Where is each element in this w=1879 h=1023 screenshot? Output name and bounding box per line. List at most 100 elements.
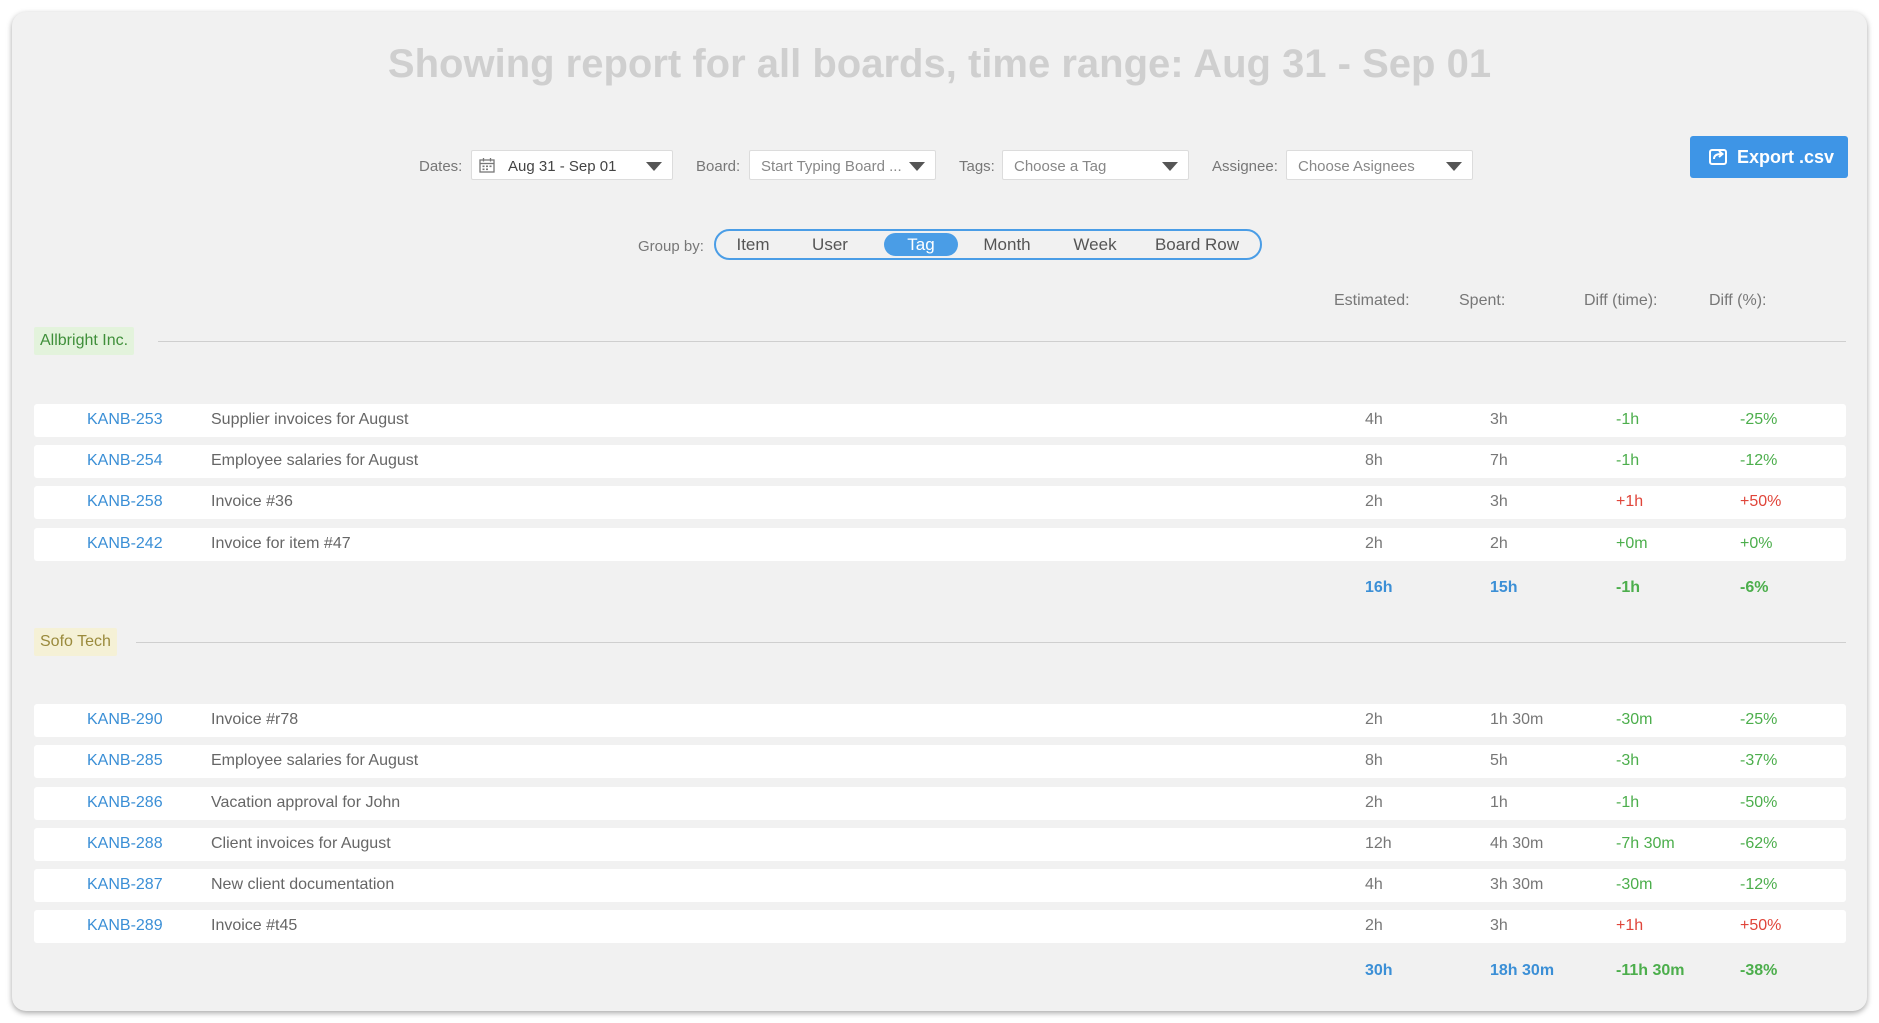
diff-pct-value: +50% bbox=[1740, 917, 1782, 934]
group-by-item[interactable]: Item bbox=[721, 233, 785, 256]
item-name: Invoice for item #47 bbox=[211, 535, 351, 552]
total-diff-pct: -38% bbox=[1740, 962, 1778, 979]
report-window: Showing report for all boards, time rang… bbox=[12, 12, 1867, 1011]
diff-time-value: +0m bbox=[1616, 535, 1648, 552]
diff-time-value: -30m bbox=[1616, 711, 1653, 728]
calendar-icon bbox=[479, 158, 495, 173]
col-diff-time: Diff (time): bbox=[1584, 292, 1658, 309]
item-link[interactable]: KANB-289 bbox=[87, 917, 163, 935]
filter-bar: Dates: Aug 31 - Sep 01 Board: Start Typi… bbox=[12, 150, 1867, 182]
spent-value: 1h bbox=[1490, 794, 1508, 811]
table-row: KANB-258 Invoice #36 2h 3h +1h +50% bbox=[34, 486, 1846, 519]
table-row: KANB-289 Invoice #t45 2h 3h +1h +50% bbox=[34, 910, 1846, 943]
estimated-value: 12h bbox=[1365, 835, 1392, 852]
tags-label: Tags: bbox=[959, 158, 995, 175]
spent-value: 3h bbox=[1490, 411, 1508, 428]
item-link[interactable]: KANB-290 bbox=[87, 711, 163, 729]
diff-pct-value: +0% bbox=[1740, 535, 1773, 552]
assignee-label: Assignee: bbox=[1212, 158, 1278, 175]
table-row: KANB-288 Client invoices for August 12h … bbox=[34, 828, 1846, 861]
export-csv-button[interactable]: Export .csv bbox=[1690, 136, 1848, 178]
spent-value: 1h 30m bbox=[1490, 711, 1544, 728]
group-tag-sofo-tech: Sofo Tech bbox=[34, 628, 117, 656]
item-link[interactable]: KANB-258 bbox=[87, 493, 163, 511]
col-spent: Spent: bbox=[1459, 292, 1506, 309]
group-tag-allbright: Allbright Inc. bbox=[34, 327, 135, 355]
assignee-select[interactable]: Choose Asignees bbox=[1286, 150, 1473, 180]
board-label: Board: bbox=[696, 158, 741, 175]
item-name: Invoice #36 bbox=[211, 493, 293, 510]
estimated-value: 2h bbox=[1365, 917, 1383, 934]
group-total-row: 30h 18h 30m -11h 30m -38% bbox=[34, 962, 1846, 984]
export-icon bbox=[1709, 149, 1727, 165]
item-name: Client invoices for August bbox=[211, 835, 391, 852]
diff-pct-value: -50% bbox=[1740, 794, 1778, 811]
item-link[interactable]: KANB-254 bbox=[87, 452, 163, 470]
group-by-tag[interactable]: Tag bbox=[884, 233, 958, 256]
assignee-placeholder: Choose Asignees bbox=[1298, 158, 1415, 175]
diff-pct-value: -62% bbox=[1740, 835, 1778, 852]
item-link[interactable]: KANB-286 bbox=[87, 794, 163, 812]
col-diff-pct: Diff (%): bbox=[1709, 292, 1767, 309]
estimated-value: 2h bbox=[1365, 794, 1383, 811]
page-title: Showing report for all boards, time rang… bbox=[387, 42, 1492, 86]
estimated-value: 8h bbox=[1365, 752, 1383, 769]
table-row: KANB-285 Employee salaries for August 8h… bbox=[34, 745, 1846, 778]
item-link[interactable]: KANB-242 bbox=[87, 535, 163, 553]
item-name: Invoice #r78 bbox=[211, 711, 299, 728]
dates-label: Dates: bbox=[419, 158, 463, 175]
item-name: Employee salaries for August bbox=[211, 752, 419, 769]
total-estimated: 30h bbox=[1365, 962, 1393, 979]
chevron-down-icon bbox=[646, 162, 662, 171]
item-link[interactable]: KANB-287 bbox=[87, 876, 163, 894]
diff-time-value: -7h 30m bbox=[1616, 835, 1675, 852]
total-diff-time: -11h 30m bbox=[1616, 962, 1685, 979]
item-name: Invoice #t45 bbox=[211, 917, 298, 934]
group-by-user[interactable]: User bbox=[802, 233, 858, 256]
diff-pct-value: -12% bbox=[1740, 876, 1778, 893]
dates-value: Aug 31 - Sep 01 bbox=[508, 158, 617, 175]
board-select[interactable]: Start Typing Board ... bbox=[749, 150, 936, 180]
chevron-down-icon bbox=[1162, 162, 1178, 171]
spent-value: 7h bbox=[1490, 452, 1508, 469]
total-spent: 15h bbox=[1490, 579, 1518, 596]
item-link[interactable]: KANB-288 bbox=[87, 835, 163, 853]
diff-pct-value: -25% bbox=[1740, 411, 1778, 428]
diff-pct-value: -25% bbox=[1740, 711, 1778, 728]
item-name: Employee salaries for August bbox=[211, 452, 419, 469]
table-row: KANB-253 Supplier invoices for August 4h… bbox=[34, 404, 1846, 437]
table-row: KANB-287 New client documentation 4h 3h … bbox=[34, 869, 1846, 902]
diff-time-value: -3h bbox=[1616, 752, 1640, 769]
group-divider bbox=[158, 341, 1846, 342]
diff-time-value: -1h bbox=[1616, 452, 1640, 469]
estimated-value: 2h bbox=[1365, 493, 1383, 510]
group-by-week[interactable]: Week bbox=[1063, 233, 1127, 256]
table-row: KANB-290 Invoice #r78 2h 1h 30m -30m -25… bbox=[34, 704, 1846, 737]
board-placeholder: Start Typing Board ... bbox=[761, 158, 902, 175]
table-row: KANB-242 Invoice for item #47 2h 2h +0m … bbox=[34, 528, 1846, 561]
item-link[interactable]: KANB-285 bbox=[87, 752, 163, 770]
table-row: KANB-254 Employee salaries for August 8h… bbox=[34, 445, 1846, 478]
spent-value: 3h bbox=[1490, 493, 1508, 510]
chevron-down-icon bbox=[1446, 162, 1462, 171]
dates-picker[interactable]: Aug 31 - Sep 01 bbox=[471, 150, 673, 180]
group-by-board-row[interactable]: Board Row bbox=[1146, 233, 1248, 256]
diff-time-value: +1h bbox=[1616, 917, 1644, 934]
diff-pct-value: +50% bbox=[1740, 493, 1782, 510]
estimated-value: 4h bbox=[1365, 411, 1383, 428]
spent-value: 5h bbox=[1490, 752, 1508, 769]
tags-select[interactable]: Choose a Tag bbox=[1002, 150, 1189, 180]
estimated-value: 2h bbox=[1365, 711, 1383, 728]
group-by-month[interactable]: Month bbox=[970, 233, 1044, 256]
item-link[interactable]: KANB-253 bbox=[87, 411, 163, 429]
diff-time-value: -1h bbox=[1616, 794, 1640, 811]
spent-value: 4h 30m bbox=[1490, 835, 1544, 852]
diff-pct-value: -37% bbox=[1740, 752, 1778, 769]
diff-time-value: +1h bbox=[1616, 493, 1644, 510]
group-divider bbox=[136, 642, 1846, 643]
spent-value: 3h bbox=[1490, 917, 1508, 934]
estimated-value: 8h bbox=[1365, 452, 1383, 469]
total-spent: 18h 30m bbox=[1490, 962, 1555, 979]
chevron-down-icon bbox=[909, 162, 925, 171]
spent-value: 2h bbox=[1490, 535, 1508, 552]
